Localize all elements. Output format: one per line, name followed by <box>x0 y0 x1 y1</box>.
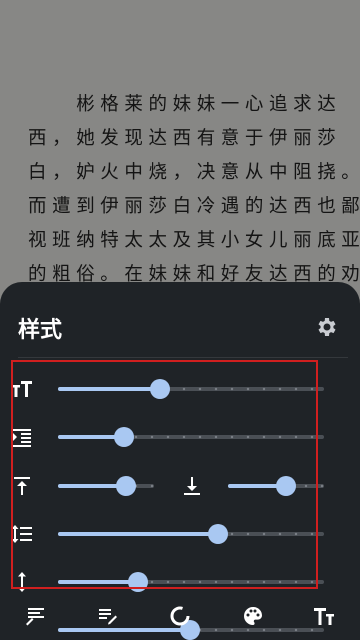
panel-divider <box>18 357 348 358</box>
gear-icon[interactable] <box>314 315 338 339</box>
style-panel: 样式 <box>0 282 360 640</box>
text-line: 彬格莱的妹妹一心追求达 <box>28 94 342 115</box>
progress-circle-icon[interactable] <box>168 604 192 628</box>
text-line: 白，妒火中烧，决意从中阻挠。 <box>28 162 360 183</box>
paragraph-spacing-slider[interactable] <box>58 620 324 640</box>
paragraph-spacing-slider-fill <box>58 628 190 632</box>
edit-icon[interactable] <box>96 604 120 628</box>
text-line: 西，她发现达西有意于伊丽莎 <box>28 128 342 149</box>
text-line: 而遭到伊丽莎白冷遇的达西也鄙 <box>28 196 360 217</box>
palette-icon[interactable] <box>241 604 265 628</box>
text-line: 视班纳特太太及其小女儿丽底亚 <box>28 230 360 251</box>
panel-title: 样式 <box>18 318 63 343</box>
selection-highlight <box>11 360 318 589</box>
font-icon[interactable] <box>312 604 336 628</box>
list-edit-icon[interactable] <box>24 604 48 628</box>
